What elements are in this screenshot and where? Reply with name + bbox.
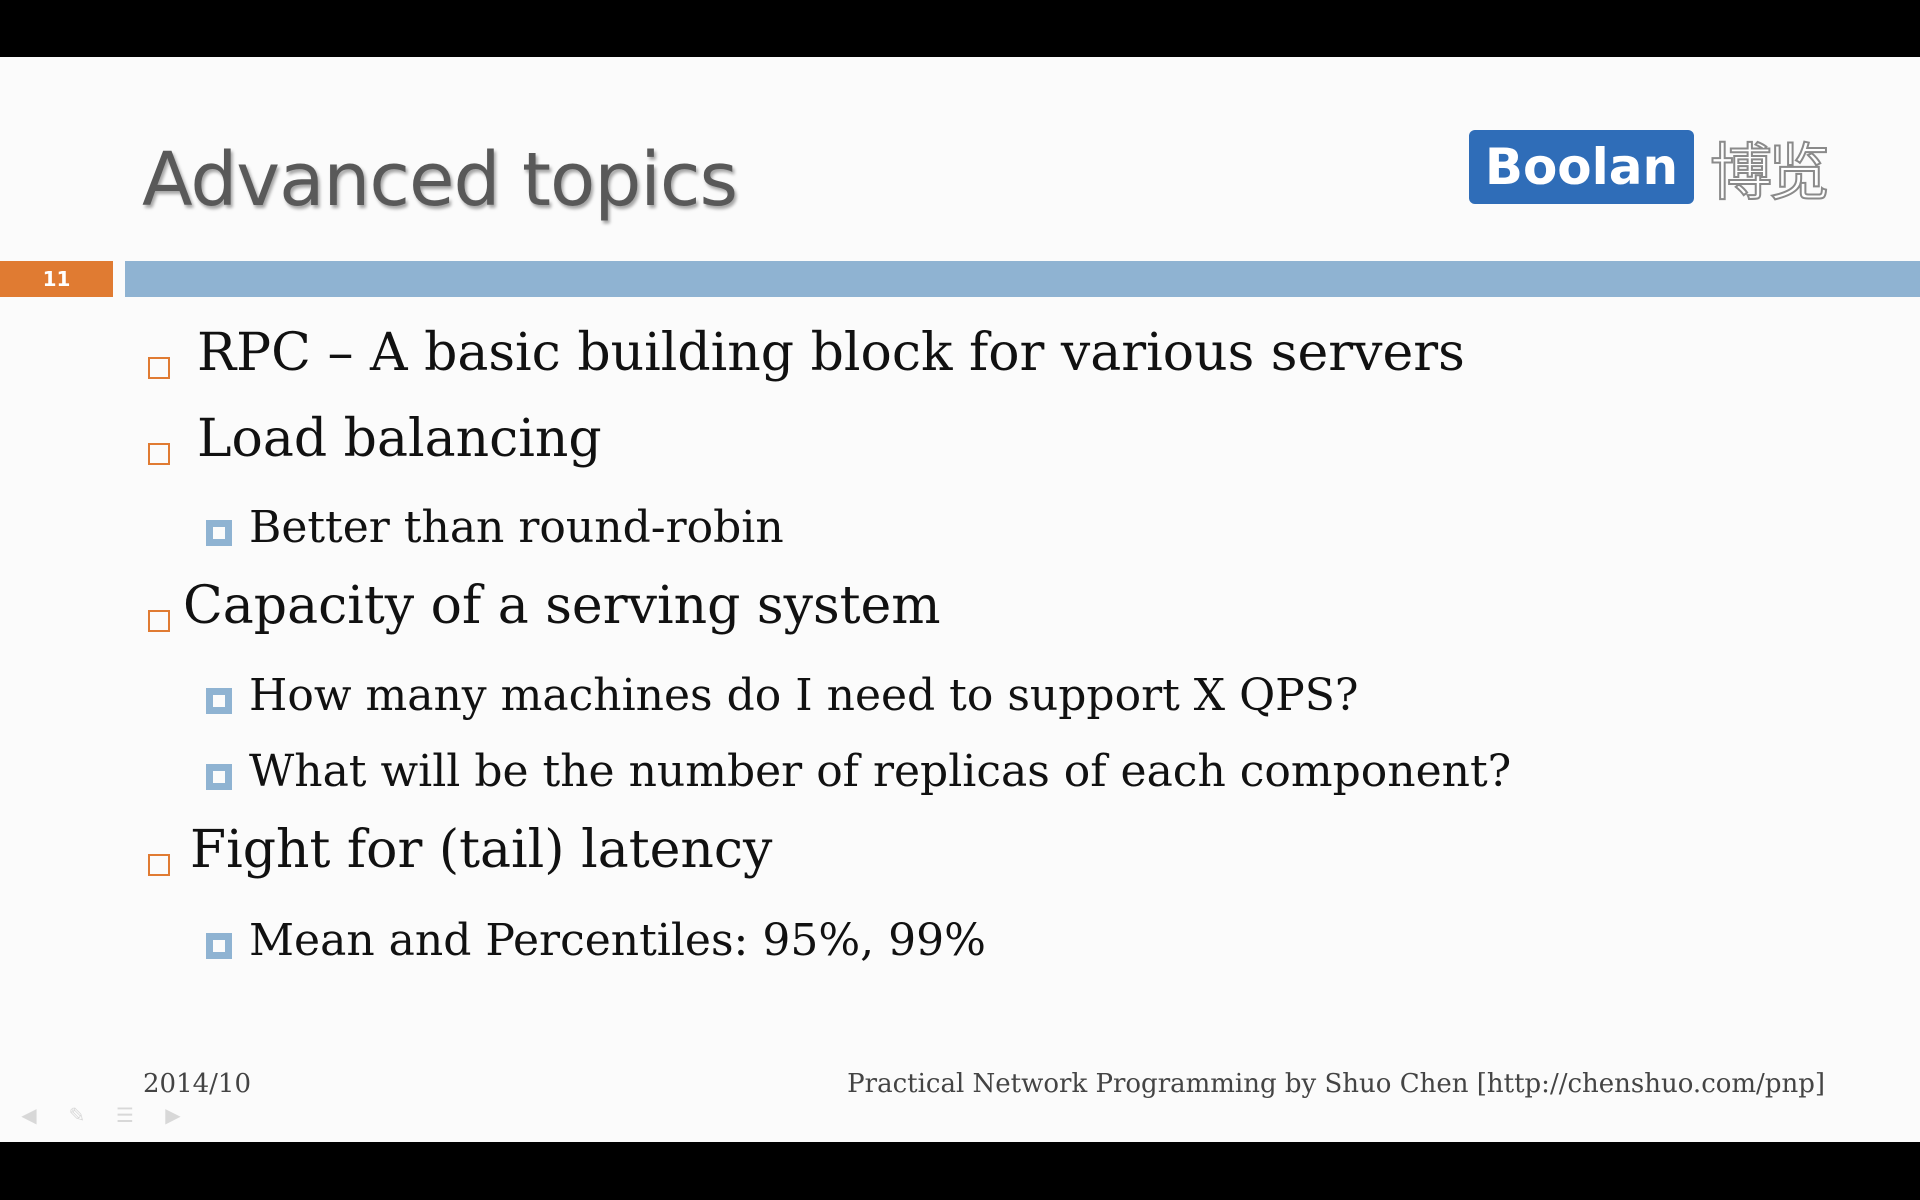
bullet-marker-icon — [148, 443, 170, 465]
footer-date: 2014/10 — [143, 1069, 252, 1099]
title-divider-bar — [125, 261, 1920, 297]
sub-bullet-marker-icon — [206, 933, 232, 959]
footer-credit: Practical Network Programming by Shuo Ch… — [847, 1069, 1825, 1099]
sub-bullet-item: Better than round-robin — [249, 502, 784, 553]
sub-bullet-marker-icon — [206, 688, 232, 714]
pen-icon[interactable]: ✎ — [60, 1104, 94, 1126]
sub-bullet-marker-icon — [206, 764, 232, 790]
sub-bullet-marker-icon — [206, 520, 232, 546]
bullet-item: Fight for (tail) latency — [190, 820, 773, 880]
logo-cjk-text: 博览 — [1709, 135, 1831, 210]
bullet-marker-icon — [148, 610, 170, 632]
letterbox-bottom — [0, 1142, 1920, 1200]
bullet-marker-icon — [148, 854, 170, 876]
slide-title: Advanced topics — [142, 137, 738, 223]
menu-icon[interactable]: ☰ — [108, 1104, 142, 1126]
presentation-slide: Advanced topics Boolan 博览 11 RPC – A bas… — [0, 57, 1920, 1142]
bullet-marker-icon — [148, 357, 170, 379]
sub-bullet-item: How many machines do I need to support X… — [249, 670, 1359, 721]
sub-bullet-item: What will be the number of replicas of e… — [249, 746, 1512, 797]
bullet-item: Capacity of a serving system — [183, 576, 941, 636]
sub-bullet-item: Mean and Percentiles: 95%, 99% — [249, 915, 986, 966]
letterbox-top — [0, 0, 1920, 57]
boolan-logo: Boolan 博览 — [1469, 130, 1831, 210]
previous-slide-icon[interactable]: ◀ — [12, 1104, 46, 1126]
next-slide-icon[interactable]: ▶ — [156, 1104, 190, 1126]
bullet-item: Load balancing — [197, 409, 602, 469]
logo-wordmark: Boolan — [1469, 130, 1694, 204]
bullet-item: RPC – A basic building block for various… — [197, 323, 1465, 383]
slideshow-nav: ◀ ✎ ☰ ▶ — [12, 1104, 190, 1126]
slide-number: 11 — [0, 261, 113, 297]
